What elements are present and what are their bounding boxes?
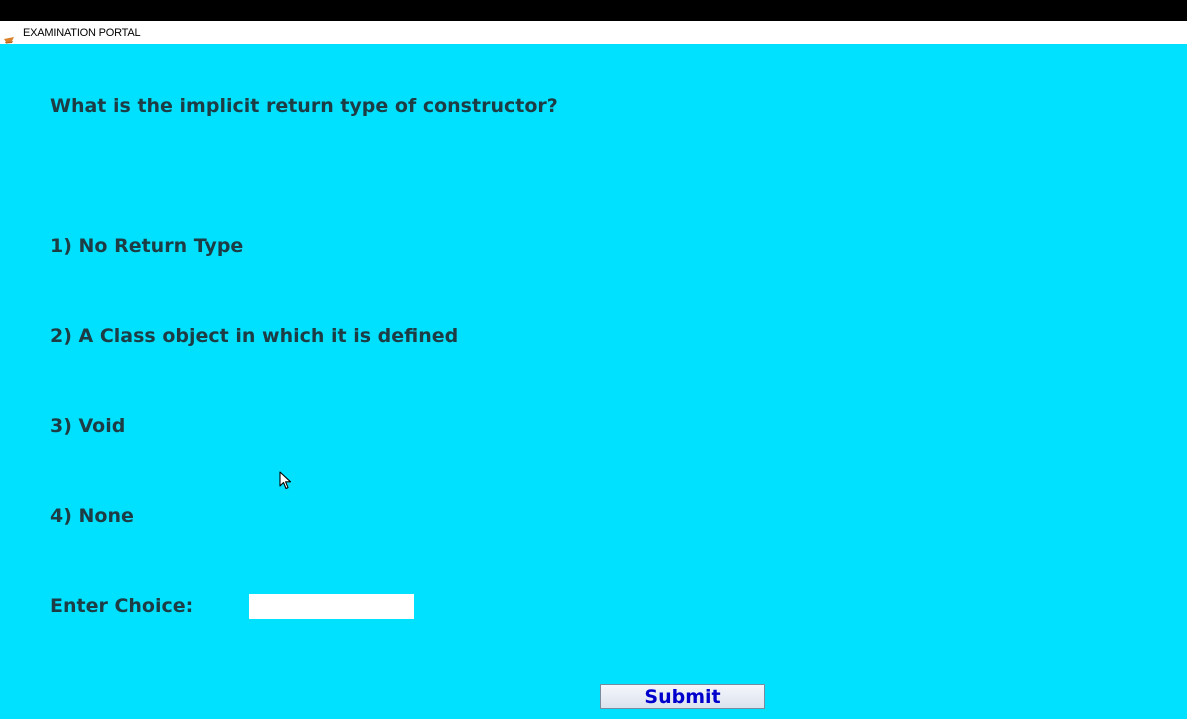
option-2: 2) A Class object in which it is defined bbox=[50, 325, 459, 347]
option-4: 4) None bbox=[50, 505, 134, 527]
mouse-cursor-icon bbox=[279, 471, 292, 490]
exam-panel: What is the implicit return type of cons… bbox=[0, 44, 1187, 719]
java-cup-icon bbox=[4, 29, 15, 43]
question-text: What is the implicit return type of cons… bbox=[50, 95, 558, 117]
submit-button[interactable]: Submit bbox=[600, 684, 765, 709]
screen-top-bar bbox=[0, 0, 1187, 21]
choice-input[interactable] bbox=[249, 594, 414, 619]
option-1: 1) No Return Type bbox=[50, 235, 244, 257]
window-titlebar: EXAMINATION PORTAL bbox=[0, 21, 1187, 44]
window-title: EXAMINATION PORTAL bbox=[23, 26, 141, 39]
choice-label: Enter Choice: bbox=[50, 595, 194, 617]
option-3: 3) Void bbox=[50, 415, 126, 437]
